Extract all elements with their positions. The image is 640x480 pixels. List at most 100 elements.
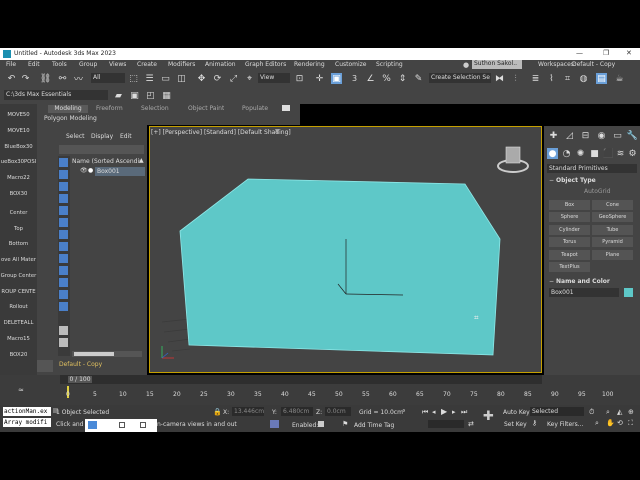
display-tab-icon[interactable]: ▭ xyxy=(612,130,623,141)
menu-file[interactable]: File xyxy=(6,61,16,68)
utilities-tab-icon[interactable]: 🔧 xyxy=(627,130,638,141)
y-coord-field[interactable]: 6.480cm xyxy=(281,407,313,416)
filter-helpers-icon[interactable] xyxy=(59,206,68,215)
unlink-icon[interactable]: ⚯ xyxy=(57,73,68,84)
perspective-viewport[interactable]: [+] [Perspective] [Standard] [Default Sh… xyxy=(149,126,542,373)
goto-end-icon[interactable]: ⏭ xyxy=(461,408,467,417)
enabled-checkbox[interactable] xyxy=(318,421,324,427)
textplus-button[interactable]: TextPlus xyxy=(549,262,590,272)
primitive-category-dropdown[interactable]: Standard Primitives xyxy=(547,164,637,173)
filter-all-icon[interactable] xyxy=(59,302,68,311)
filter-containers-icon[interactable] xyxy=(59,266,68,275)
scene-tab-display[interactable]: Display xyxy=(91,133,113,140)
angle-snap-icon[interactable]: ∠ xyxy=(365,73,376,84)
menu-group[interactable]: Group xyxy=(79,61,97,68)
filter-frozen-icon[interactable] xyxy=(59,278,68,287)
material-editor-icon[interactable]: ◍ xyxy=(578,73,589,84)
zoom-icon[interactable]: ⌕ xyxy=(595,419,599,428)
ribbon-tab-freeform[interactable]: Freeform xyxy=(96,105,123,112)
select-object-icon[interactable]: ⬚ xyxy=(128,73,139,84)
select-by-name-icon[interactable]: ☰ xyxy=(144,73,155,84)
object-name-field[interactable]: Box001 xyxy=(549,288,619,297)
z-coord-field[interactable]: 0.0cm xyxy=(325,407,351,416)
mirror-icon[interactable]: ⧓ xyxy=(494,73,505,84)
menu-edit[interactable]: Edit xyxy=(28,61,40,68)
add-time-tag[interactable]: Add Time Tag xyxy=(354,422,394,429)
maxscript-listener-line2[interactable]: Array modifi xyxy=(3,418,51,427)
scene-explorer-menu-icon[interactable] xyxy=(37,360,53,372)
filter-cameras-icon[interactable] xyxy=(59,194,68,203)
adaptive-degradation-icon[interactable] xyxy=(270,420,279,428)
object-type-header[interactable]: Object Type xyxy=(556,177,596,184)
user-account-dropdown[interactable]: Suthon Sakol.. xyxy=(472,60,522,69)
project-path-dropdown[interactable]: C:\3ds Max Essentials xyxy=(4,90,108,100)
left-button-rollout[interactable]: Rollout xyxy=(0,300,37,315)
goto-start-icon[interactable]: ⏮ xyxy=(422,408,428,417)
zoom-all-icon[interactable]: ⌕ xyxy=(606,408,610,417)
time-tag-icon[interactable]: ⚬ xyxy=(401,407,407,415)
left-button-macro15[interactable]: Macro15 xyxy=(0,332,37,347)
curve-editor-icon[interactable]: ⌇ xyxy=(546,73,557,84)
cameras-category-icon[interactable]: ■ xyxy=(589,148,600,159)
create-selection-set-dropdown[interactable]: Create Selection Se xyxy=(429,73,491,83)
left-button-box20[interactable]: BOX20 xyxy=(0,348,37,363)
menu-rendering[interactable]: Rendering xyxy=(294,61,325,68)
workspaces-dropdown[interactable]: Default - Copy xyxy=(572,61,628,68)
bind-spacewarp-icon[interactable]: 〰 xyxy=(73,73,84,85)
pyramid-button[interactable]: Pyramid xyxy=(592,237,633,247)
schematic-view-icon[interactable]: ⌗ xyxy=(562,73,573,84)
modify-tab-icon[interactable]: ◿ xyxy=(564,130,575,141)
sphere-button[interactable]: Sphere xyxy=(549,212,590,222)
torus-button[interactable]: Torus xyxy=(549,237,590,247)
select-manipulate-icon[interactable]: ✛ xyxy=(314,73,325,84)
rectangular-selection-icon[interactable]: ▭ xyxy=(160,73,171,84)
left-button-remove-all-materials[interactable]: ove All Mater xyxy=(0,253,37,268)
rollout-minus-icon[interactable]: − xyxy=(549,177,554,184)
cylinder-button[interactable]: Cylinder xyxy=(549,225,590,235)
filter-geometry-icon[interactable] xyxy=(59,158,68,167)
left-button-move10[interactable]: MOVE10 xyxy=(0,124,37,139)
autogrid-checkbox[interactable]: AutoGrid xyxy=(584,188,611,195)
geosphere-button[interactable]: GeoSphere xyxy=(592,212,633,222)
left-button-center[interactable]: Center xyxy=(0,206,37,221)
field-of-view-icon[interactable]: ◭ xyxy=(617,408,622,416)
box-button[interactable]: Box xyxy=(549,200,590,210)
menu-customize[interactable]: Customize xyxy=(335,61,367,68)
layer-explorer-icon[interactable]: ≣ xyxy=(530,73,541,84)
systems-category-icon[interactable]: ⚙ xyxy=(627,148,638,159)
scene-column-header[interactable]: Name (Sorted Ascending) xyxy=(72,158,140,165)
teapot-button[interactable]: Teapot xyxy=(549,250,590,260)
filter-shapes-icon[interactable] xyxy=(59,170,68,179)
restore-icon[interactable]: ❐ xyxy=(603,49,609,57)
visibility-eye-icon[interactable]: 👁 xyxy=(80,167,88,174)
filter-lights-icon[interactable] xyxy=(59,182,68,191)
key-selection-dropdown[interactable]: Selected xyxy=(530,407,584,416)
time-slider[interactable]: 0 / 100 xyxy=(60,375,542,384)
x-coord-field[interactable]: 13.446cm xyxy=(232,407,264,416)
selection-filter-dropdown[interactable]: All xyxy=(91,73,125,83)
link-icon[interactable]: ⛓ xyxy=(40,73,51,84)
minimize-icon[interactable]: — xyxy=(576,49,583,57)
project-toolbar-icon[interactable]: ▣ xyxy=(129,90,140,101)
geometry-category-icon[interactable]: ● xyxy=(547,148,558,159)
left-button-bluebox30[interactable]: BlueBox30 xyxy=(0,140,37,155)
time-config-icon[interactable]: ⏱ xyxy=(589,408,594,417)
left-button-group-center[interactable]: Group Center xyxy=(0,269,37,284)
filter-xrefs-icon[interactable] xyxy=(59,242,68,251)
cone-button[interactable]: Cone xyxy=(592,200,633,210)
ribbon-tab-object-paint[interactable]: Object Paint xyxy=(188,105,224,112)
set-key-big-icon[interactable]: ✚ xyxy=(483,409,494,424)
motion-tab-icon[interactable]: ◉ xyxy=(596,130,607,141)
key-filters-button[interactable]: Key Filters... xyxy=(547,421,584,428)
left-button-move50[interactable]: MOVE50 xyxy=(0,108,37,123)
filter-hidden-icon[interactable] xyxy=(59,290,68,299)
menu-views[interactable]: Views xyxy=(109,61,126,68)
name-and-color-header[interactable]: Name and Color xyxy=(556,278,610,285)
select-and-place-icon[interactable]: ⌖ xyxy=(244,73,255,84)
popup-checkbox-icon[interactable] xyxy=(119,422,125,428)
close-icon[interactable]: ✕ xyxy=(626,49,632,57)
rollout-minus-icon-2[interactable]: − xyxy=(549,278,554,285)
left-button-bottom[interactable]: Bottom xyxy=(0,237,37,252)
viewcube-icon[interactable] xyxy=(495,142,531,178)
prev-frame-icon[interactable]: ◂ xyxy=(432,408,436,416)
